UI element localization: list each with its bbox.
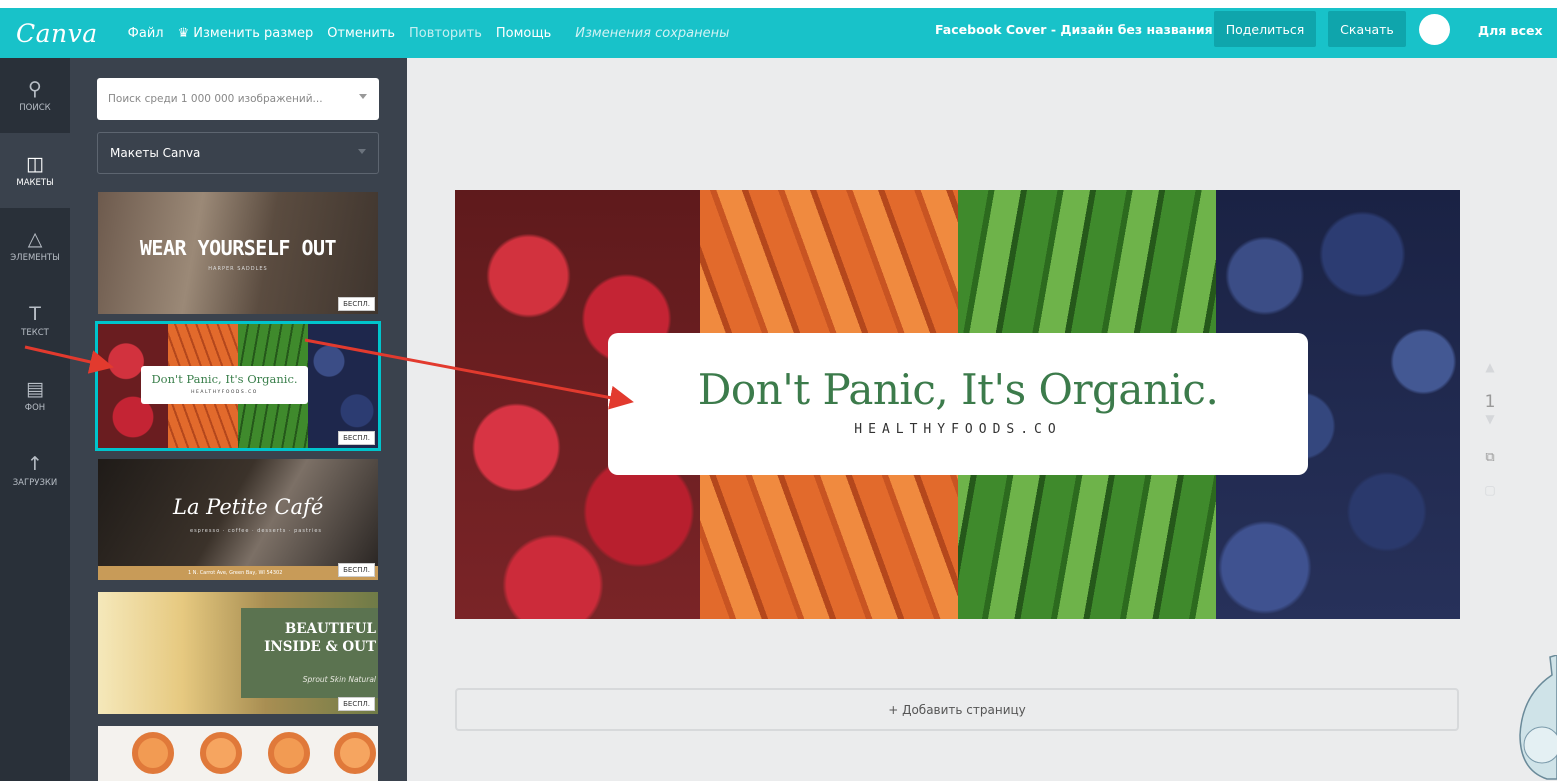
upload-icon: ↑ [27, 453, 43, 475]
top-margin [0, 0, 1557, 8]
template-filter-select[interactable]: Макеты Canva [97, 132, 379, 174]
text-icon: T [29, 303, 41, 325]
menu-redo[interactable]: Повторить [409, 26, 482, 41]
side-nav: ⚲ ПОИСК ◫ МАКЕТЫ △ ЭЛЕМЕНТЫ T ТЕКСТ ▤ ФО… [0, 58, 70, 781]
nav-search[interactable]: ⚲ ПОИСК [0, 58, 70, 133]
template-thumb-2[interactable]: Don't Panic, It's Organic. HEALTHYFOODS.… [95, 321, 381, 451]
canva-editor: Canva Файл ♛ Изменить размер Отменить Пов… [0, 0, 1557, 781]
menu-file[interactable]: Файл [128, 26, 164, 41]
decor-circle [200, 732, 242, 774]
free-badge: БЕСПЛ. [338, 697, 375, 711]
design-canvas[interactable]: Don't Panic, It's Organic. HEALTHYFOODS.… [455, 190, 1460, 619]
template-subtitle: espresso · coffee · desserts · pastries [190, 528, 323, 534]
crown-icon: ♛ [177, 25, 190, 41]
decor-circle [334, 732, 376, 774]
nav-layouts-label: МАКЕТЫ [16, 178, 54, 188]
nav-elements-label: ЭЛЕМЕНТЫ [10, 253, 60, 263]
free-badge: БЕСПЛ. [338, 297, 375, 311]
avatar[interactable] [1419, 14, 1450, 45]
nav-search-label: ПОИСК [19, 103, 51, 113]
background-icon: ▤ [26, 378, 44, 400]
template-thumb-5[interactable] [98, 726, 378, 781]
free-badge: БЕСПЛ. [338, 563, 375, 577]
template-title: Don't Panic, It's Organic. [151, 372, 298, 386]
template-subtitle: Sprout Skin Natural [302, 675, 376, 684]
move-up-icon[interactable]: ▲ [1478, 360, 1502, 374]
template-text-box: Don't Panic, It's Organic. HEALTHYFOODS.… [141, 366, 308, 404]
add-page-button[interactable]: + Добавить страницу [455, 688, 1459, 731]
page-tools: ▲ 1 ▼ ⧉ ▢ [1478, 360, 1502, 497]
nav-background-label: ФОН [24, 403, 46, 413]
headline-box[interactable]: Don't Panic, It's Organic. HEALTHYFOODS.… [608, 333, 1308, 475]
template-thumb-1[interactable]: WEAR YOURSELF OUT HARPER SADDLES БЕСПЛ. [98, 192, 378, 314]
template-subtitle: HARPER SADDLES [208, 266, 268, 272]
nav-text[interactable]: T ТЕКСТ [0, 283, 70, 358]
menu-undo[interactable]: Отменить [327, 26, 395, 41]
visibility-dropdown[interactable]: Для всех [1478, 23, 1543, 38]
menu-resize[interactable]: ♛ Изменить размер [178, 26, 314, 41]
search-placeholder: Поиск среди 1 000 000 изображений... [108, 93, 323, 105]
chevron-down-icon [358, 149, 366, 154]
template-title: BEAUTIFUL INSIDE & OUT [264, 621, 376, 655]
save-status: Изменения сохранены [575, 25, 730, 41]
nav-layouts[interactable]: ◫ МАКЕТЫ [0, 133, 70, 208]
nav-elements[interactable]: △ ЭЛЕМЕНТЫ [0, 208, 70, 283]
template-thumb-3[interactable]: La Petite Café espresso · coffee · desse… [98, 459, 378, 580]
canva-logo[interactable]: Canva [16, 19, 98, 48]
document-title[interactable]: Facebook Cover - Дизайн без названия [935, 22, 1213, 37]
nav-uploads[interactable]: ↑ ЗАГРУЗКИ [0, 433, 70, 508]
template-filter-value: Макеты Canva [110, 146, 201, 160]
template-thumb-4[interactable]: BEAUTIFUL INSIDE & OUT Sprout Skin Natur… [98, 592, 378, 714]
domain-text[interactable]: HEALTHYFOODS.CO [608, 422, 1308, 437]
trash-icon[interactable]: ▢ [1478, 483, 1502, 497]
template-footer: 1 N. Carrot Ave, Green Bay, WI 54302 [188, 570, 283, 576]
image-search-input[interactable]: Поиск среди 1 000 000 изображений... [97, 78, 379, 120]
menu-help[interactable]: Помощь [496, 26, 551, 41]
flask-decoration [1519, 655, 1557, 780]
share-button[interactable]: Поделиться [1214, 11, 1316, 47]
search-icon: ⚲ [28, 78, 42, 100]
elements-icon: △ [27, 228, 43, 250]
layouts-icon: ◫ [26, 153, 44, 175]
template-title: La Petite Café [173, 495, 324, 519]
chevron-down-icon[interactable] [359, 94, 367, 99]
nav-background[interactable]: ▤ ФОН [0, 358, 70, 433]
free-badge: БЕСПЛ. [338, 431, 375, 445]
layouts-panel: Поиск среди 1 000 000 изображений... Мак… [70, 58, 407, 781]
copy-page-icon[interactable]: ⧉ [1478, 450, 1502, 465]
decor-circle [132, 732, 174, 774]
move-down-icon[interactable]: ▼ [1478, 412, 1502, 426]
decor-circle [268, 732, 310, 774]
nav-text-label: ТЕКСТ [21, 328, 49, 338]
headline-text[interactable]: Don't Panic, It's Organic. [608, 365, 1308, 414]
download-button[interactable]: Скачать [1328, 11, 1406, 47]
template-subtitle: HEALTHYFOODS.CO [191, 390, 258, 395]
nav-uploads-label: ЗАГРУЗКИ [12, 478, 58, 488]
template-footer-bar: 1 N. Carrot Ave, Green Bay, WI 54302 [98, 566, 378, 580]
page-number: 1 [1484, 392, 1496, 412]
top-bar: Canva Файл ♛ Изменить размер Отменить Пов… [0, 8, 1557, 58]
blueberry-strip [308, 324, 378, 448]
template-title: WEAR YOURSELF OUT [139, 236, 337, 260]
menu-resize-label: Изменить размер [193, 25, 314, 41]
